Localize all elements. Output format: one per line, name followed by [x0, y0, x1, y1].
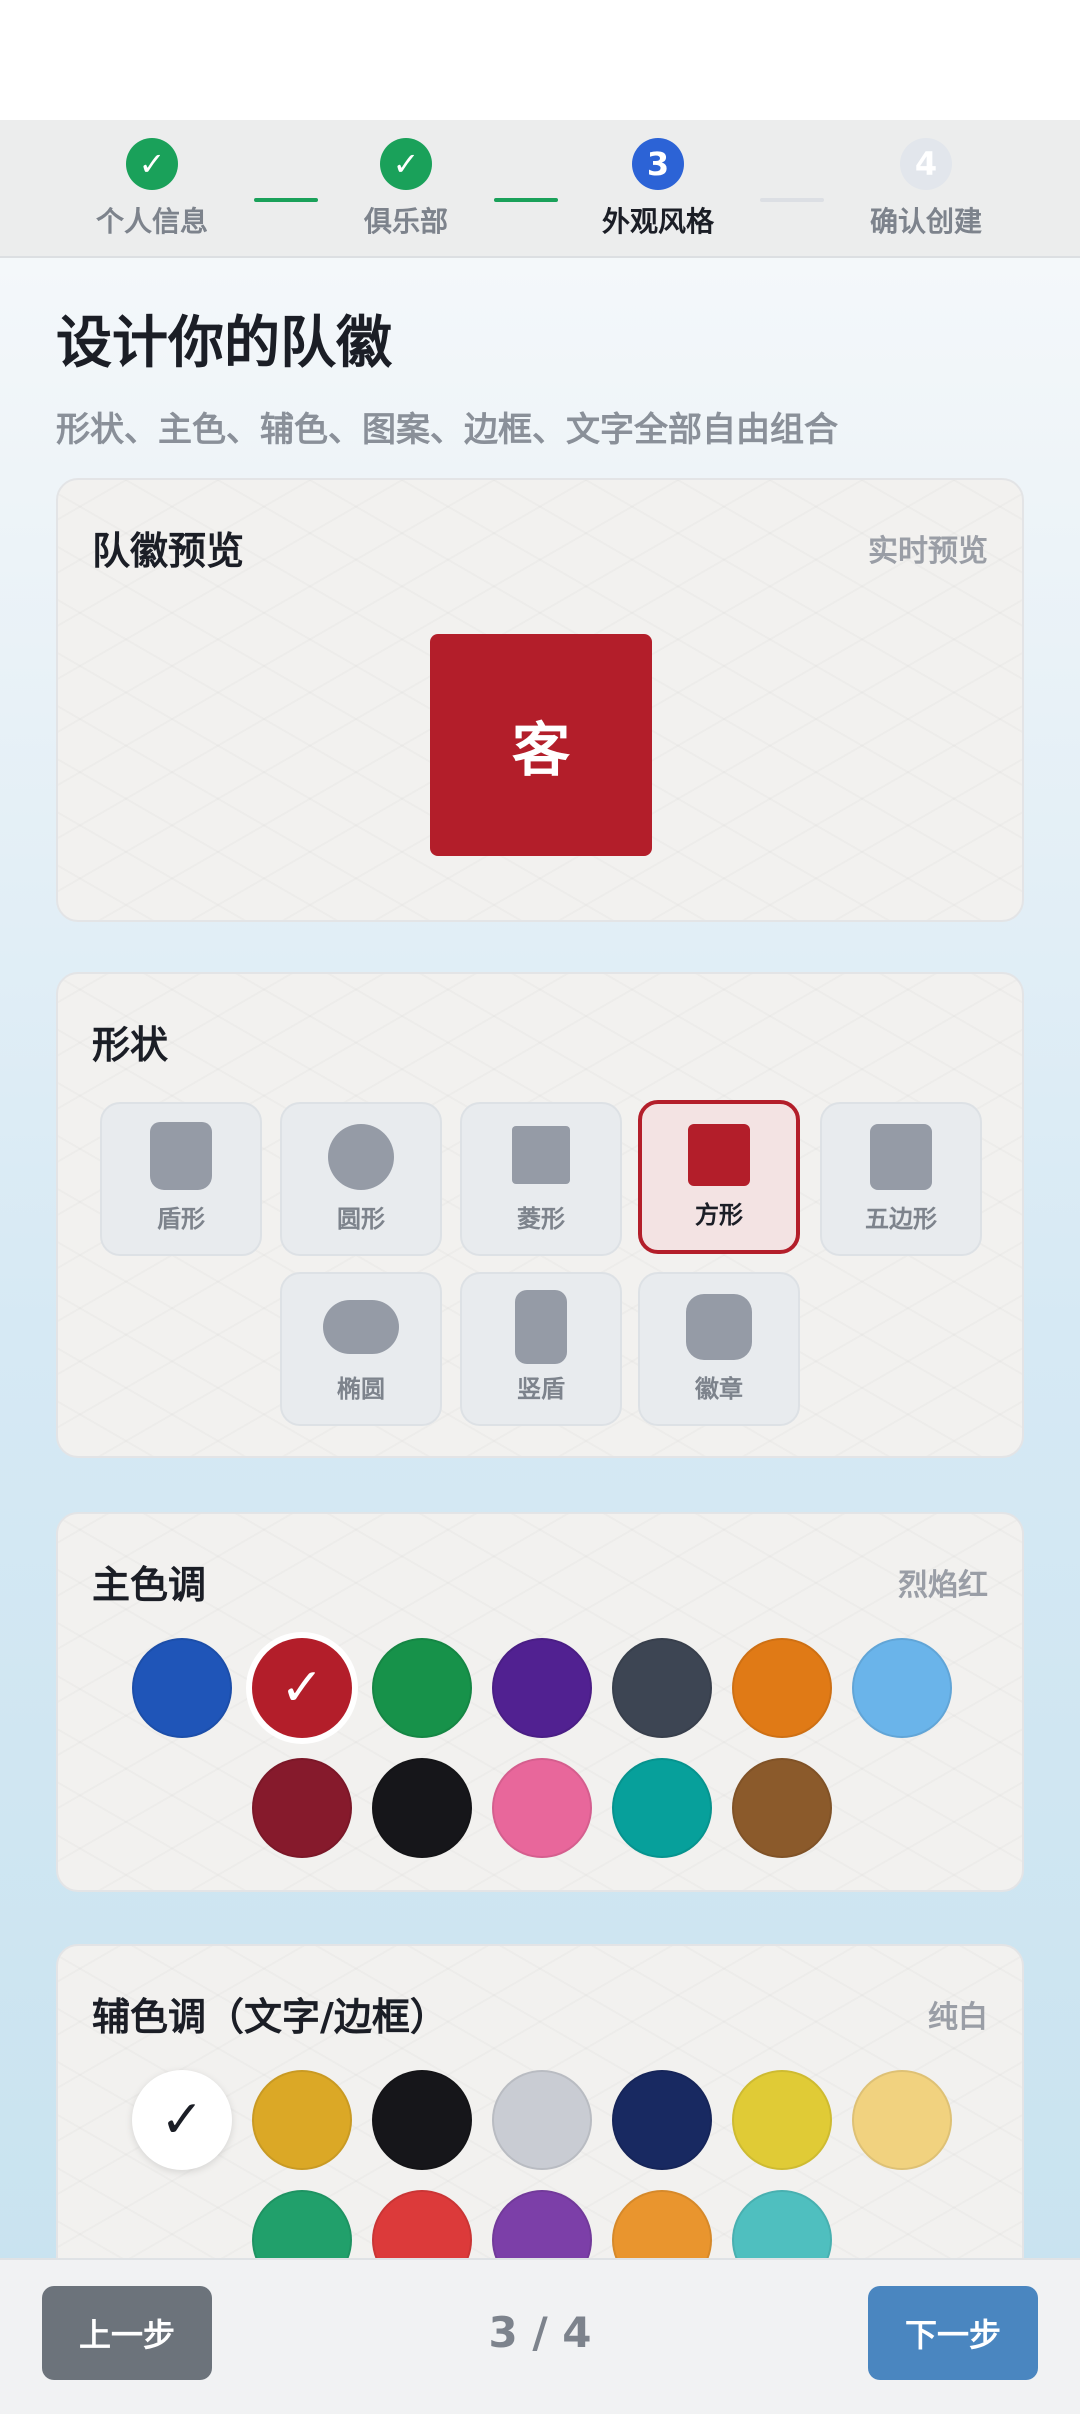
check-icon: ✓ [280, 1658, 324, 1718]
tall-shield-shape-icon [515, 1290, 567, 1364]
shape-label: 竖盾 [517, 1375, 565, 1403]
secondary-swatch[interactable] [732, 2070, 832, 2170]
secondary-swatch[interactable] [852, 2070, 952, 2170]
shape-option-pentagon[interactable]: 五边形 [820, 1102, 982, 1256]
step-club[interactable]: ✓ 俱乐部 [306, 138, 506, 240]
step-label: 个人信息 [95, 205, 208, 238]
live-preview-label: 实时预览 [868, 534, 988, 569]
shape-label: 五边形 [865, 1205, 937, 1233]
shape-label: 菱形 [517, 1205, 565, 1233]
step-confirm[interactable]: 4 确认创建 [826, 138, 1026, 240]
shape-label: 徽章 [695, 1375, 743, 1403]
shape-option-shield[interactable]: 盾形 [100, 1102, 262, 1256]
crest-shape-icon [686, 1294, 752, 1360]
check-icon: ✓ [380, 138, 432, 190]
step-label: 俱乐部 [363, 205, 448, 238]
primary-swatch[interactable] [612, 1758, 712, 1858]
primary-swatch[interactable] [132, 1638, 232, 1738]
shape-card: 形状 盾形 圆形 菱形 方形 五边形 椭圆 竖盾 徽章 [56, 972, 1024, 1458]
shape-label: 方形 [695, 1201, 743, 1229]
check-icon: ✓ [126, 138, 178, 190]
secondary-color-name: 纯白 [928, 2000, 988, 2035]
shape-option-oval[interactable]: 椭圆 [280, 1272, 442, 1426]
step-connector [254, 198, 318, 202]
check-icon: ✓ [160, 2090, 204, 2150]
shape-option-circle[interactable]: 圆形 [280, 1102, 442, 1256]
shape-option-square[interactable]: 方形 [638, 1100, 800, 1254]
secondary-swatch[interactable] [612, 2070, 712, 2170]
primary-color-name: 烈焰红 [898, 1568, 988, 1603]
step-label: 确认创建 [869, 205, 982, 238]
shield-shape-icon [150, 1122, 212, 1190]
pentagon-shape-icon [870, 1124, 932, 1190]
bottom-nav-bar: 上一步 3 / 4 下一步 [0, 2258, 1080, 2414]
primary-swatch[interactable] [372, 1758, 472, 1858]
circle-shape-icon [328, 1124, 394, 1190]
progress-stepper: ✓ 个人信息 ✓ 俱乐部 3 外观风格 4 确认创建 [0, 120, 1080, 258]
step-number: 3 [632, 138, 684, 190]
shape-option-tall-shield[interactable]: 竖盾 [460, 1272, 622, 1426]
primary-swatch[interactable] [612, 1638, 712, 1738]
preview-card: 队徽预览 实时预览 客 [56, 478, 1024, 922]
step-label: 外观风格 [601, 205, 714, 238]
primary-swatch-selected[interactable]: ✓ [252, 1638, 352, 1738]
badge-text: 客 [511, 716, 570, 784]
shape-option-diamond[interactable]: 菱形 [460, 1102, 622, 1256]
status-bar-area [0, 0, 1080, 120]
primary-color-title: 主色调 [92, 1563, 207, 1607]
primary-swatch[interactable] [252, 1758, 352, 1858]
shape-label: 椭圆 [337, 1375, 385, 1403]
square-shape-icon [688, 1124, 750, 1186]
badge-preview: 客 [430, 634, 652, 856]
next-button[interactable]: 下一步 [868, 2286, 1038, 2380]
shape-label: 圆形 [337, 1205, 385, 1233]
preview-title: 队徽预览 [92, 529, 245, 573]
shape-option-crest[interactable]: 徽章 [638, 1272, 800, 1426]
secondary-swatch-selected[interactable]: ✓ [132, 2070, 232, 2170]
shape-title: 形状 [92, 1023, 169, 1067]
primary-swatch[interactable] [732, 1638, 832, 1738]
page-subtitle: 形状、主色、辅色、图案、边框、文字全部自由组合 [56, 410, 838, 450]
primary-swatch[interactable] [492, 1638, 592, 1738]
primary-swatch[interactable] [492, 1758, 592, 1858]
page-title: 设计你的队徽 [56, 311, 392, 376]
shape-label: 盾形 [157, 1205, 205, 1233]
step-connector [760, 198, 824, 202]
primary-swatch[interactable] [852, 1638, 952, 1738]
step-personal-info[interactable]: ✓ 个人信息 [52, 138, 252, 240]
step-connector [494, 198, 558, 202]
secondary-swatch[interactable] [372, 2070, 472, 2170]
secondary-color-title: 辅色调（文字/边框） [92, 1995, 448, 2039]
step-number: 4 [900, 138, 952, 190]
secondary-swatch[interactable] [252, 2070, 352, 2170]
step-appearance[interactable]: 3 外观风格 [558, 138, 758, 240]
secondary-swatch[interactable] [492, 2070, 592, 2170]
oval-shape-icon [323, 1300, 399, 1354]
primary-swatch[interactable] [372, 1638, 472, 1738]
diamond-shape-icon [512, 1126, 570, 1184]
primary-color-card: 主色调 烈焰红 ✓ [56, 1512, 1024, 1892]
primary-swatch[interactable] [732, 1758, 832, 1858]
